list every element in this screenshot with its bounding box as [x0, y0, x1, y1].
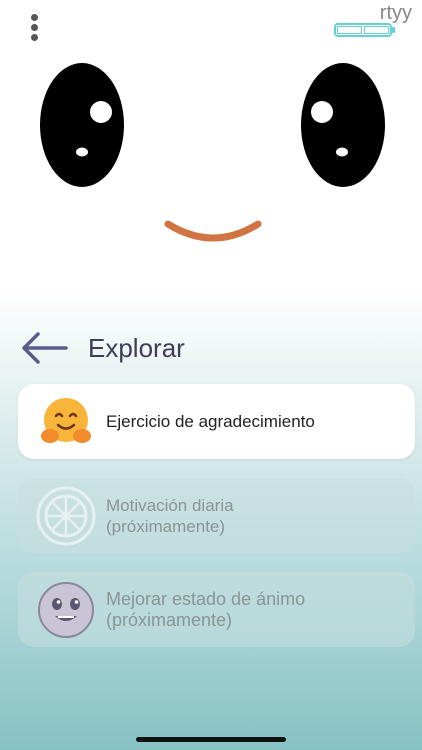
- page-header: Explorar: [18, 330, 185, 366]
- home-indicator[interactable]: [136, 737, 286, 742]
- card-label-line2: (próximamente): [106, 609, 233, 630]
- left-eye-icon: [40, 63, 124, 187]
- card-label-line1: Mejorar estado de ánimo: [106, 588, 306, 609]
- hugging-face-emoji-icon: [36, 392, 96, 452]
- card-label: Ejercicio de agradecimiento: [106, 412, 315, 431]
- card-label: Mejorar estado de ánimo (próximamente): [106, 589, 305, 631]
- daily-motivation-card: Motivación diaria (próximamente): [18, 478, 415, 553]
- back-arrow-icon[interactable]: [18, 330, 68, 366]
- card-label-line1: Motivación diaria: [106, 495, 234, 515]
- improve-mood-card: Mejorar estado de ánimo (próximamente): [18, 572, 415, 647]
- page-title: Explorar: [88, 332, 185, 363]
- right-eye-icon: [301, 63, 385, 187]
- robot-face: [40, 63, 385, 242]
- card-label-line2: (próximamente): [106, 516, 226, 536]
- card-label: Motivación diaria (próximamente): [106, 495, 234, 537]
- gratitude-exercise-card[interactable]: Ejercicio de agradecimiento: [18, 384, 415, 459]
- smile-mouth-icon: [164, 220, 262, 242]
- smiling-face-icon: [36, 580, 96, 640]
- dharma-wheel-icon: [36, 486, 96, 546]
